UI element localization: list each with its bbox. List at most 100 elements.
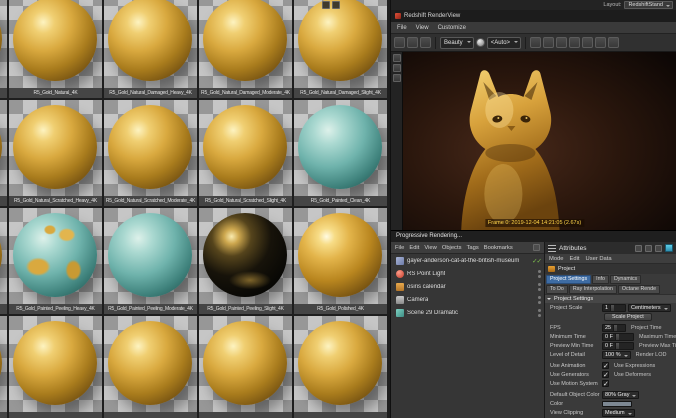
object-row[interactable]: gayer-anderson-cat-at-the-british-museum… (391, 254, 544, 267)
snapshot-restore-icon[interactable] (392, 64, 401, 72)
preview-min-time-input[interactable]: 0 F (602, 341, 634, 350)
view-clipping-select[interactable]: Medium (602, 408, 635, 417)
color-swatch[interactable] (602, 400, 632, 407)
menu-file[interactable]: File (395, 245, 404, 251)
save-image-icon[interactable] (420, 37, 431, 48)
object-visibility-dots[interactable] (538, 267, 541, 280)
menu-bookmarks[interactable]: Bookmarks (484, 245, 513, 251)
object-visibility-dots[interactable] (538, 293, 541, 306)
material-item[interactable]: R5_Gold_Natural_Scratched_Heavy_4K (9, 100, 102, 206)
section-project-settings[interactable]: Project Settings (545, 294, 676, 303)
layout-selector[interactable]: RedshiftStand (624, 1, 673, 9)
camera-selector[interactable]: <Auto> (486, 36, 522, 49)
menu-edit[interactable]: Edit (409, 245, 419, 251)
ab-compare-icon[interactable] (407, 37, 418, 48)
material-item[interactable]: R5_Gold_Natural_4K (9, 0, 102, 98)
level-of-detail-select[interactable]: 100 % (602, 350, 631, 359)
settings-icon[interactable] (608, 37, 620, 48)
object-row[interactable]: RS Point Light (391, 267, 544, 280)
render-region-icon[interactable] (556, 37, 568, 48)
history-back-icon[interactable] (635, 244, 642, 252)
material-item[interactable]: R5_Gold_Natural_Damaged_Moderate_4K (199, 0, 292, 98)
use-motion-system-checkbox[interactable] (602, 380, 609, 388)
menu-view[interactable]: View (424, 245, 436, 251)
material-item[interactable] (104, 316, 197, 418)
material-item[interactable]: R5_Gold_Polished_4K (294, 208, 387, 314)
object-visibility-dots[interactable] (538, 280, 541, 293)
rendered-image[interactable]: Frame 0: 2019-12-04 14:21:05 (2.67s) (403, 52, 676, 230)
material-preview (104, 316, 197, 412)
menu-icon[interactable] (548, 244, 556, 252)
scale-project-button[interactable]: Scale Project (604, 312, 652, 321)
param-label-right: Render LOD (635, 351, 667, 358)
material-item[interactable] (9, 316, 102, 418)
tab-octane-renderer[interactable]: Octane Rende (617, 285, 661, 294)
param-scale-project: Scale Project (545, 312, 676, 321)
spinner-icon[interactable] (614, 342, 619, 349)
material-item[interactable] (0, 0, 7, 98)
material-item[interactable]: R5_Gold_Natural_Scratched_Slight_4K (199, 100, 292, 206)
spinner-icon[interactable] (613, 324, 618, 331)
material-preview (199, 208, 292, 304)
material-sphere (13, 321, 97, 405)
tab-project-settings[interactable]: Project Settings (546, 275, 592, 284)
material-item[interactable]: R5_Gold_Natural_Damaged_Heavy_4K (104, 0, 197, 98)
material-item[interactable]: R5_Gold_Natural_Damaged_Slight_4K (294, 0, 387, 98)
spinner-icon[interactable] (610, 304, 615, 311)
param-default-object-color: Default Object Color 80% Gray (545, 390, 676, 399)
menu-objects[interactable]: Objects (442, 245, 462, 251)
object-row[interactable]: Scene 29 Dramatic (391, 306, 544, 319)
aov-panel-icon[interactable] (392, 74, 401, 82)
material-item[interactable] (199, 316, 292, 418)
tab-to-do[interactable]: To Do (546, 285, 568, 294)
menu-edit[interactable]: Edit (570, 256, 580, 262)
material-item[interactable] (294, 316, 387, 418)
search-icon[interactable] (533, 244, 540, 251)
use-animation-checkbox[interactable] (602, 362, 609, 370)
menu-customize[interactable]: Customize (438, 25, 466, 31)
tab-info[interactable]: Info (592, 275, 609, 284)
renderview-titlebar[interactable]: Redshift RenderView (391, 10, 676, 22)
snapshot-icon[interactable] (394, 37, 405, 48)
menu-view[interactable]: View (416, 25, 429, 31)
tab-ray-interpolation[interactable]: Ray Interpolation (568, 285, 617, 294)
text-overlay-icon[interactable] (582, 37, 594, 48)
material-item[interactable] (0, 100, 7, 206)
menu-tags[interactable]: Tags (466, 245, 478, 251)
material-item[interactable]: R5_Gold_Natural_Scratched_Moderate_4K (104, 100, 197, 206)
snapshot-save-icon[interactable] (392, 54, 401, 62)
object-enable-toggles[interactable] (532, 254, 541, 267)
use-generators-checkbox[interactable] (602, 371, 609, 379)
object-visibility-dots[interactable] (538, 306, 541, 319)
material-item[interactable] (0, 316, 7, 418)
menu-user-data[interactable]: User Data (586, 256, 612, 262)
tab-dynamics[interactable]: Dynamics (609, 275, 642, 284)
render-viewport: Frame 0: 2019-12-04 14:21:05 (2.67s) (391, 52, 676, 230)
spinner-icon[interactable] (614, 333, 619, 340)
material-item[interactable] (0, 208, 7, 314)
minimum-time-input[interactable]: 0 F (602, 332, 634, 341)
project-scale-input[interactable]: 1 (602, 303, 626, 312)
view-mode-icon[interactable] (332, 1, 340, 9)
bucket-render-icon[interactable] (569, 37, 581, 48)
menu-mode[interactable]: Mode (549, 256, 564, 262)
material-item[interactable]: R5_Gold_Painted_Peeling_Heavy_4K (9, 208, 102, 314)
material-item[interactable]: R5_Gold_Painted_Clean_4K (294, 100, 387, 206)
thumbnail-size-icon[interactable] (322, 1, 330, 9)
project-badge-icon (665, 244, 673, 252)
colorspace-icon[interactable] (475, 38, 485, 47)
object-row[interactable]: osiris calendar (391, 280, 544, 293)
lock-icon[interactable] (655, 244, 662, 252)
material-item[interactable]: R5_Gold_Painted_Peeling_Slight_4K (199, 208, 292, 314)
material-item[interactable]: R5_Gold_Painted_Peeling_Moderate_4K (104, 208, 197, 314)
menu-file[interactable]: File (397, 25, 407, 31)
history-forward-icon[interactable] (645, 244, 652, 252)
pass-selector[interactable]: Beauty (440, 36, 474, 49)
grid-icon[interactable] (595, 37, 607, 48)
pixel-probe-icon[interactable] (543, 37, 555, 48)
object-row[interactable]: Camera (391, 293, 544, 306)
fps-input[interactable]: 25 (602, 323, 626, 332)
default-object-color-select[interactable]: 80% Gray (602, 390, 640, 399)
lock-view-icon[interactable] (530, 37, 542, 48)
project-scale-unit-select[interactable]: Centimeters (628, 303, 671, 312)
